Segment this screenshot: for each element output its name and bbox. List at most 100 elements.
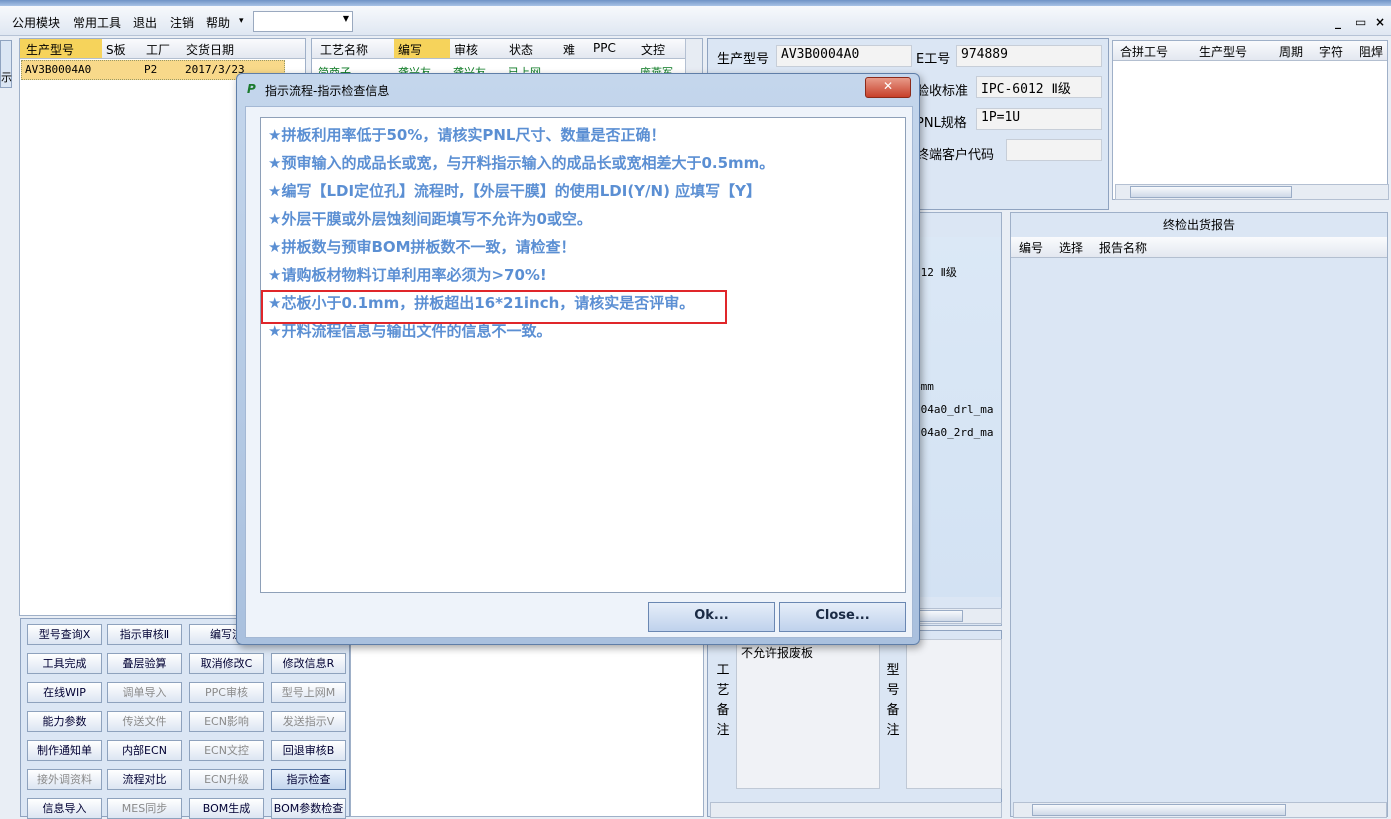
col-char[interactable]: 字符 <box>1319 43 1343 60</box>
action-button[interactable]: ECN影响 <box>189 711 264 732</box>
close-icon[interactable]: × <box>1375 15 1385 29</box>
side-tab-label: 示 <box>1 71 12 84</box>
action-button[interactable]: 叠层验算 <box>107 653 182 674</box>
acceptance-field[interactable]: IPC-6012 Ⅱ级 <box>976 76 1102 98</box>
col-model[interactable]: 生产型号 <box>26 41 74 58</box>
action-button[interactable]: 信息导入 <box>27 798 102 819</box>
merge-grid: 合拼工号 生产型号 周期 字符 阻焊 <box>1112 40 1389 200</box>
col-merge-model[interactable]: 生产型号 <box>1199 43 1247 60</box>
app-logo-icon: P <box>247 82 256 96</box>
action-button[interactable]: 在线WIP <box>27 682 102 703</box>
message-line: ★外层干膜或外层蚀刻间距填写不允许为0或空。 <box>268 210 592 228</box>
merge-grid-header: 合拼工号 生产型号 周期 字符 阻焊 <box>1113 41 1387 61</box>
action-button[interactable]: 流程对比 <box>107 769 182 790</box>
order-grid-header: 生产型号 S板 工厂 交货日期 <box>20 39 305 59</box>
col-delivery-date[interactable]: 交货日期 <box>186 41 234 58</box>
col-merge-no[interactable]: 合拼工号 <box>1120 43 1168 60</box>
col-process-name[interactable]: 工艺名称 <box>320 41 368 58</box>
action-button[interactable]: BOM生成 <box>189 798 264 819</box>
customer-code-field[interactable] <box>1006 139 1102 161</box>
pnl-field[interactable]: 1P=1U <box>976 108 1102 130</box>
action-button[interactable]: 接外调资料 <box>27 769 102 790</box>
restore-icon[interactable]: ▭ <box>1355 15 1366 29</box>
action-button[interactable]: 内部ECN <box>107 740 182 761</box>
action-button[interactable]: MES同步 <box>107 798 182 819</box>
message-textbox[interactable]: ★拼板利用率低于50%，请核实PNL尺寸、数量是否正确！ ★预审输入的成品长或宽… <box>260 117 906 593</box>
detail-list-scrollbar[interactable] <box>908 608 1002 624</box>
col-report-no[interactable]: 编号 <box>1019 239 1043 256</box>
col-doc-control[interactable]: 文控 <box>641 41 665 58</box>
message-line: ★拼板利用率低于50%，请核实PNL尺寸、数量是否正确！ <box>268 126 666 144</box>
action-button[interactable]: 指示审核Ⅱ <box>107 624 182 645</box>
action-button[interactable]: 制作通知单 <box>27 740 102 761</box>
col-difficulty[interactable]: 难 <box>563 41 575 58</box>
acceptance-value: IPC-6012 Ⅱ级 <box>981 82 1071 97</box>
dialog-close-icon[interactable]: ✕ <box>865 77 911 98</box>
col-s-board[interactable]: S板 <box>106 41 126 58</box>
module-combo[interactable]: ▼ <box>253 11 353 32</box>
scroll-thumb[interactable] <box>1032 804 1286 816</box>
process-remark-field[interactable]: 不允许报废板 <box>736 639 880 789</box>
action-button[interactable]: 取消修改C <box>189 653 264 674</box>
model-label: 生产型号 <box>717 52 770 67</box>
highlight-box <box>261 290 727 324</box>
action-button[interactable]: 修改信息R <box>271 653 346 674</box>
action-button[interactable]: ECN升级 <box>189 769 264 790</box>
pnl-label: PNL规格 <box>916 116 967 131</box>
action-button-panel: 型号查询Ⅹ 指示审核Ⅱ 编写流 工具完成 叠层验算 取消修改C 修改信息R 在线WIP 调单导入… <box>20 618 350 819</box>
process-grid-header: 工艺名称 编写 审核 状态 难 PPC 文控 <box>312 39 702 59</box>
message-line: ★拼板数与预审BOM拼板数不一致，请检查！ <box>268 238 576 256</box>
col-cycle[interactable]: 周期 <box>1279 43 1303 60</box>
col-auditor[interactable]: 审核 <box>454 41 478 58</box>
e-number-label: E工号 <box>916 52 951 67</box>
detail-value: 004a0_drl_ma <box>914 403 994 416</box>
model-field[interactable]: AV3B0004A0 <box>776 45 912 67</box>
action-button[interactable]: PPC审核 <box>189 682 264 703</box>
menu-help[interactable]: 帮助 <box>206 14 230 31</box>
menu-logout[interactable]: 注销 <box>170 14 194 31</box>
e-number-value: 974889 <box>961 47 1008 62</box>
col-report-name[interactable]: 报告名称 <box>1099 239 1147 256</box>
action-button[interactable]: 工具完成 <box>27 653 102 674</box>
close-button[interactable]: Close... <box>779 602 906 632</box>
action-button[interactable]: ECN文控 <box>189 740 264 761</box>
action-button[interactable]: 传送文件 <box>107 711 182 732</box>
report-title: 终检出货报告 <box>1162 218 1235 232</box>
action-button[interactable]: 型号查询Ⅹ <box>27 624 102 645</box>
side-tab[interactable]: 示 <box>0 40 12 88</box>
ok-button[interactable]: Ok... <box>648 602 775 632</box>
minimize-icon[interactable]: _ <box>1335 15 1341 29</box>
col-writer[interactable]: 编写 <box>398 41 422 58</box>
col-status[interactable]: 状态 <box>509 41 533 58</box>
report-grid-header: 编号 选择 报告名称 <box>1011 237 1387 258</box>
remarks-scrollbar[interactable] <box>710 802 1002 818</box>
report-panel: 终检出货报告 编号 选择 报告名称 <box>1010 212 1388 818</box>
col-solder[interactable]: 阻焊 <box>1359 43 1383 60</box>
col-factory[interactable]: 工厂 <box>146 41 170 58</box>
col-ppc[interactable]: PPC <box>593 41 616 55</box>
action-button[interactable]: 回退审核B <box>271 740 346 761</box>
customer-code-label: 终端客户代码 <box>916 148 995 163</box>
action-button[interactable]: 指示检查 <box>271 769 346 790</box>
action-button[interactable]: 能力参数 <box>27 711 102 732</box>
model-remark-field[interactable] <box>906 639 1002 789</box>
menu-common-modules[interactable]: 公用模块 <box>12 14 60 31</box>
model-value: AV3B0004A0 <box>781 47 860 62</box>
action-button[interactable]: 调单导入 <box>107 682 182 703</box>
merge-grid-scrollbar[interactable] <box>1115 184 1389 200</box>
action-button[interactable]: BOM参数检查 <box>271 798 346 819</box>
action-button[interactable]: 发送指示V <box>271 711 346 732</box>
help-dropdown-icon[interactable]: ▾ <box>239 16 244 26</box>
detail-value: 004a0_2rd_ma <box>914 426 994 439</box>
action-button[interactable]: 型号上网M <box>271 682 346 703</box>
scroll-thumb[interactable] <box>1130 186 1292 198</box>
menu-common-tools[interactable]: 常用工具 <box>73 14 121 31</box>
row-factory: P2 <box>144 63 158 76</box>
message-line: ★请购板材物料订单利用率必须为>70%! <box>268 266 547 284</box>
e-number-field[interactable]: 974889 <box>956 45 1102 67</box>
report-scrollbar[interactable] <box>1013 802 1387 818</box>
menu-exit[interactable]: 退出 <box>133 14 157 31</box>
col-report-select[interactable]: 选择 <box>1059 239 1083 256</box>
chevron-down-icon[interactable]: ▼ <box>343 14 349 23</box>
dialog-body: ★拼板利用率低于50%，请核实PNL尺寸、数量是否正确！ ★预审输入的成品长或宽… <box>245 106 913 638</box>
